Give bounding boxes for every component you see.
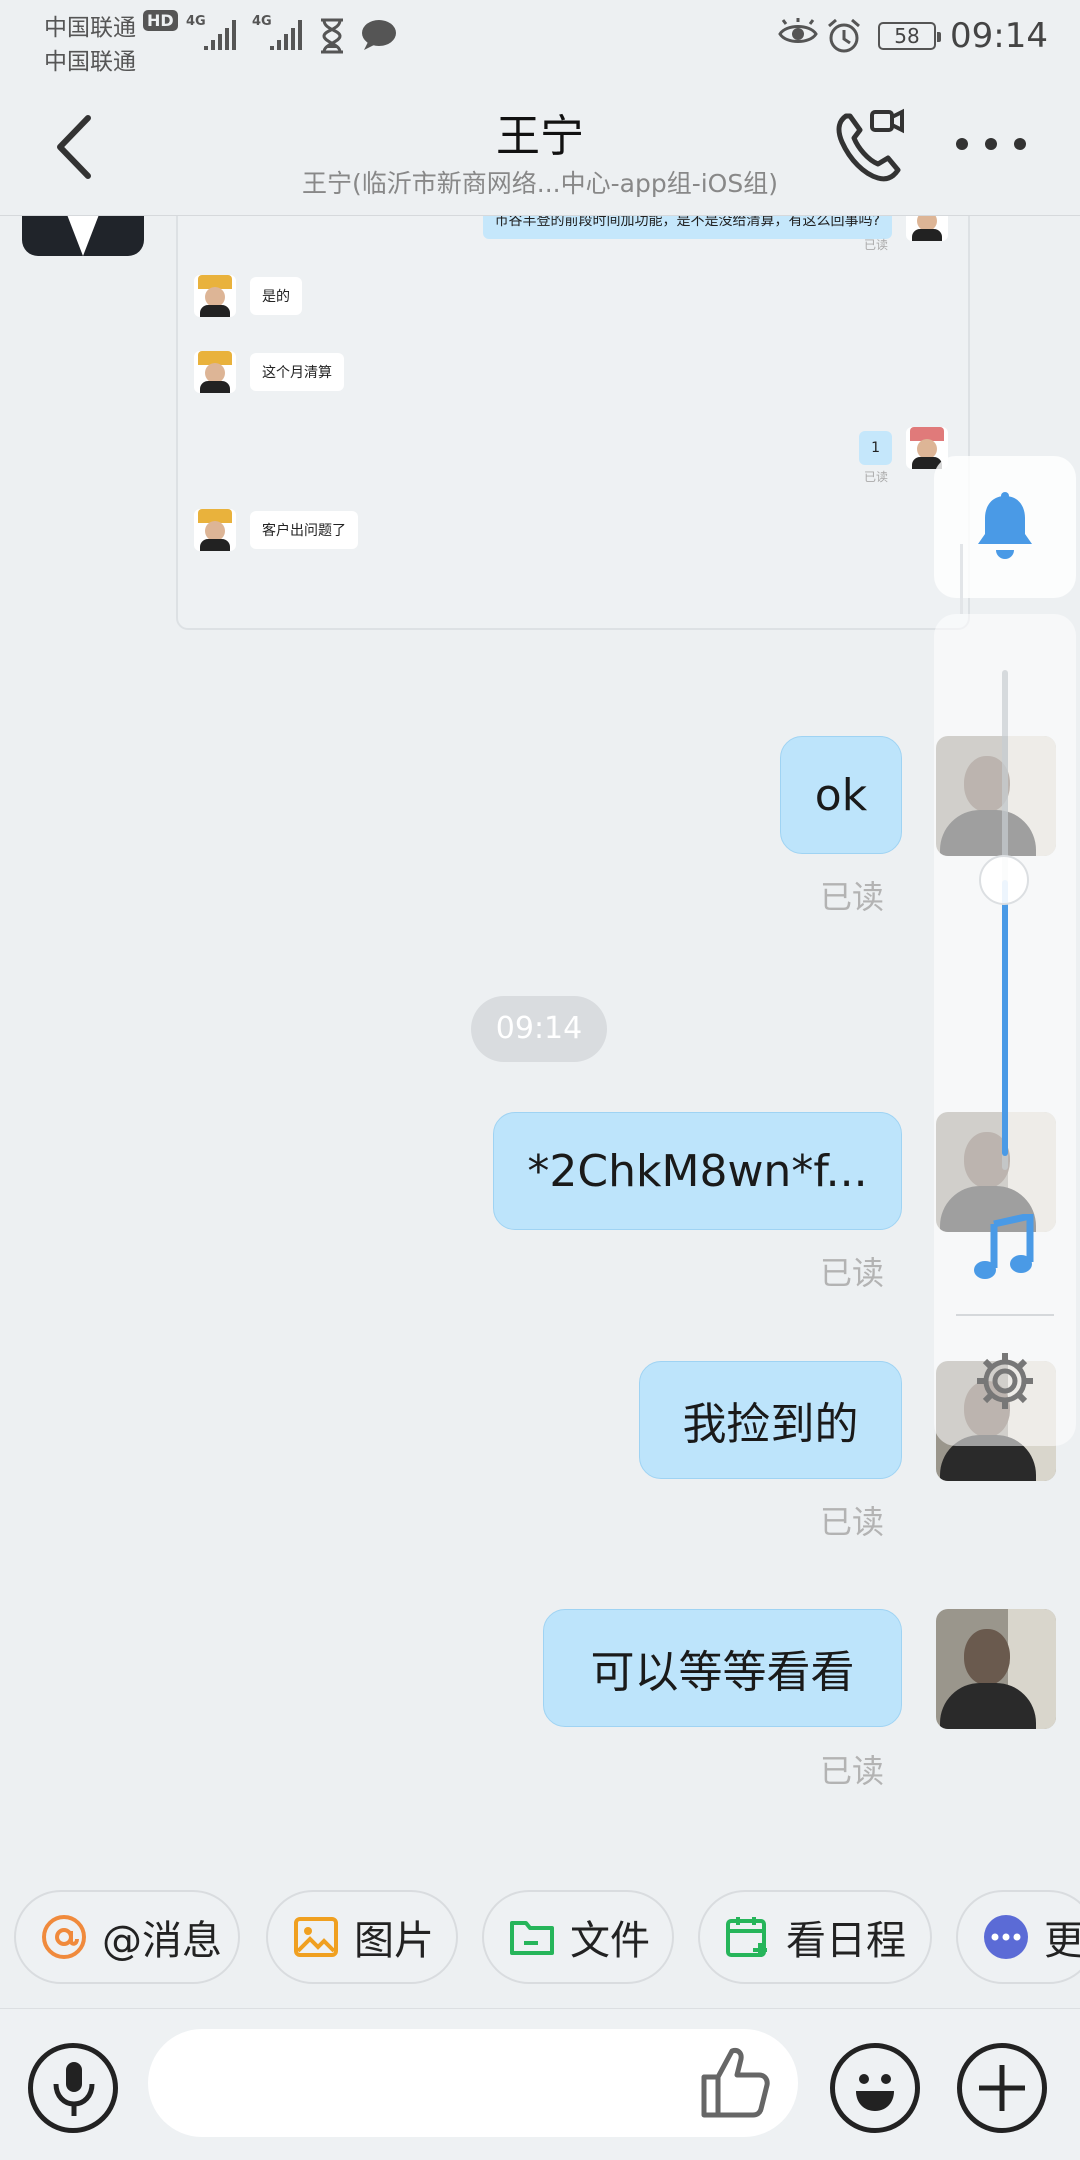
- list-item: 1: [859, 426, 948, 470]
- message-bubble-icon: [362, 20, 396, 50]
- hourglass-icon: [321, 18, 343, 54]
- music-note-icon[interactable]: [972, 1214, 1036, 1284]
- folder-icon: [510, 1921, 554, 1955]
- plus-icon: [979, 2065, 1025, 2111]
- chip-label: @消息: [102, 1918, 222, 1964]
- image-message[interactable]: 币谷丰登的前段时间加功能，是不是没给清算，有这么回事吗? 已读 是的 这个月清算…: [176, 216, 970, 630]
- read-receipt: 已读: [864, 470, 889, 484]
- read-receipt: 已读: [864, 238, 889, 252]
- emoji-button[interactable]: [830, 2043, 920, 2133]
- side-scroll-indicator: [960, 544, 963, 614]
- ringer-mode-button[interactable]: [934, 456, 1076, 598]
- hd-badge: HD: [143, 10, 178, 31]
- more-dots-icon: [984, 1915, 1028, 1959]
- volume-slider-fill: [1002, 880, 1008, 1156]
- volume-slider-thumb[interactable]: [979, 855, 1029, 905]
- input-bar: [0, 2008, 1080, 2160]
- at-icon: [42, 1915, 86, 1959]
- divider: [956, 1314, 1054, 1316]
- chip-label: 看日程: [786, 1918, 906, 1964]
- avatar: [194, 275, 236, 317]
- contact-name: 王宁: [496, 111, 584, 162]
- schedule-chip[interactable]: 看日程: [698, 1890, 932, 1984]
- network-type-1: 4G: [186, 14, 206, 29]
- read-receipt: 已读: [820, 1752, 885, 1790]
- chat-bubble: 币谷丰登的前段时间加功能，是不是没给清算，有这么回事吗?: [482, 216, 892, 239]
- file-chip[interactable]: 文件: [482, 1890, 674, 1984]
- contact-subtitle: 王宁(临沂市新商网络...中心-app组-iOS组): [302, 169, 778, 198]
- mention-chip[interactable]: @消息: [14, 1890, 240, 1984]
- bell-icon: [978, 492, 1032, 559]
- chat-bubble[interactable]: 我捡到的: [639, 1361, 902, 1479]
- chat-bubble: 客户出问题了: [250, 511, 358, 549]
- calendar-add-icon: [726, 1917, 767, 1957]
- chat-bubble: 这个月清算: [250, 353, 344, 391]
- smiley-icon: [856, 2074, 894, 2111]
- chat-bubble[interactable]: *2ChkM8wn*f...: [493, 1112, 902, 1230]
- carrier-name-2: 中国联通: [44, 49, 136, 75]
- read-receipt: 已读: [820, 1503, 885, 1541]
- image-icon: [294, 1917, 338, 1957]
- alarm-icon: [828, 18, 860, 53]
- video-call-icon[interactable]: [832, 108, 906, 182]
- battery-indicator: 58: [878, 22, 941, 50]
- contact-avatar[interactable]: [22, 216, 144, 256]
- avatar: [906, 216, 948, 241]
- chip-label: 图片: [354, 1918, 434, 1964]
- chat-bubble[interactable]: 可以等等看看: [543, 1609, 902, 1727]
- message-list[interactable]: 币谷丰登的前段时间加功能，是不是没给清算，有这么回事吗? 已读 是的 这个月清算…: [0, 216, 1080, 1876]
- list-item: 这个月清算: [194, 350, 344, 394]
- quick-actions-bar: @消息 图片 文件 看日程 更: [0, 1890, 1080, 1990]
- chat-header: 王宁 王宁(临沂市新商网络...中心-app组-iOS组): [0, 72, 1080, 216]
- time-divider: 09:14: [471, 996, 607, 1062]
- chat-bubble[interactable]: ok: [780, 736, 902, 854]
- gear-icon[interactable]: [974, 1350, 1036, 1412]
- list-item: 客户出问题了: [194, 508, 358, 552]
- image-chip[interactable]: 图片: [266, 1890, 458, 1984]
- avatar: [194, 509, 236, 551]
- chat-bubble: 1: [859, 431, 892, 465]
- status-bar: 中国联通 中国联通 HD 4G 4G 58 09:14: [0, 0, 1080, 75]
- read-receipt: 已读: [820, 878, 885, 916]
- read-receipt: 已读: [820, 1254, 885, 1292]
- chip-label: 文件: [570, 1918, 650, 1964]
- add-attachment-button[interactable]: [957, 2043, 1047, 2133]
- signal-1-icon: 4G: [186, 14, 236, 50]
- signal-2-icon: 4G: [252, 14, 302, 50]
- microphone-icon: [53, 2062, 95, 2116]
- carrier-name-1: 中国联通: [44, 15, 136, 41]
- chat-bubble: 是的: [250, 277, 302, 315]
- voice-button[interactable]: [28, 2043, 118, 2133]
- avatar[interactable]: [936, 1609, 1056, 1729]
- chip-label: 更: [1044, 1918, 1080, 1964]
- avatar: [194, 351, 236, 393]
- more-options-button[interactable]: [956, 132, 1026, 156]
- network-type-2: 4G: [252, 14, 272, 29]
- eye-comfort-icon: [778, 18, 818, 43]
- thumbs-up-icon[interactable]: [700, 2043, 772, 2119]
- more-chip[interactable]: 更: [956, 1890, 1080, 1984]
- status-clock: 09:14: [950, 16, 1048, 56]
- list-item: 是的: [194, 274, 302, 318]
